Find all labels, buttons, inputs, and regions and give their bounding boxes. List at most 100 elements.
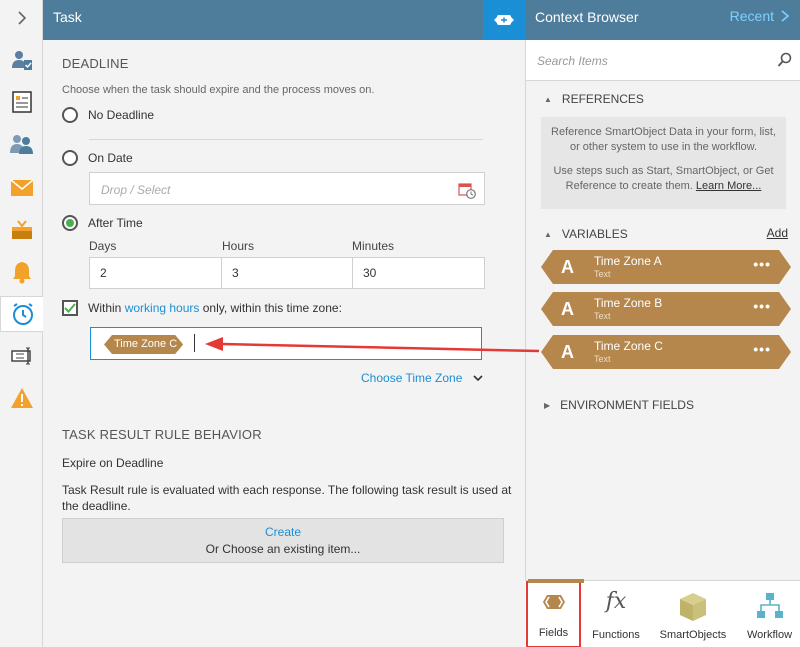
working-hours-suffix: only, within this time zone: — [199, 301, 342, 315]
time-zone-token-label: Time Zone C — [104, 335, 183, 354]
user-task-icon[interactable] — [0, 42, 43, 78]
more-options-icon[interactable]: ••• — [753, 341, 771, 357]
add-variable-link[interactable]: Add — [767, 226, 788, 240]
text-type-icon: A — [561, 299, 574, 319]
no-deadline-option[interactable]: No Deadline — [62, 107, 154, 123]
variable-name: Time Zone A — [594, 254, 662, 268]
warning-icon[interactable] — [0, 380, 43, 416]
tab-fields-label: Fields — [538, 627, 569, 639]
expand-triangle-icon: ▶ — [544, 400, 551, 410]
choose-time-zone-link[interactable]: Choose Time Zone — [361, 371, 484, 385]
time-zone-token[interactable]: Time Zone C — [104, 335, 183, 354]
inbox-icon[interactable] — [0, 212, 43, 248]
more-options-icon[interactable]: ••• — [753, 256, 771, 272]
days-label: Days — [89, 239, 117, 253]
chevron-right-icon[interactable] — [0, 0, 43, 36]
task-body: DEADLINE Choose when the task should exp… — [43, 40, 525, 647]
checkmark-icon — [64, 303, 76, 313]
search-input[interactable]: Search Items — [526, 40, 800, 81]
fx-icon: fx — [605, 589, 627, 614]
task-result-picker[interactable]: Create Or Choose an existing item... — [62, 518, 504, 563]
after-time-label: After Time — [88, 216, 143, 230]
tab-functions[interactable]: fx Functions — [585, 581, 647, 647]
calendar-clock-icon[interactable] — [458, 181, 476, 202]
environment-fields-group-toggle[interactable]: ▶ ENVIRONMENT FIELDS — [544, 398, 694, 412]
choose-existing-link[interactable]: Or Choose an existing item... — [63, 542, 503, 556]
variables-group-toggle[interactable]: ▲ VARIABLES — [544, 227, 628, 241]
hours-label: Hours — [222, 239, 255, 253]
choose-time-zone-label: Choose Time Zone — [361, 371, 463, 385]
variable-item[interactable]: A Time Zone C Text ••• — [541, 335, 791, 369]
hours-input[interactable]: 3 — [222, 258, 352, 288]
no-deadline-radio[interactable] — [62, 107, 78, 123]
working-hours-text: Within working hours only, within this t… — [88, 301, 342, 315]
context-browser-body: Search Items ▲ REFERENCES Reference Smar… — [525, 40, 800, 647]
search-placeholder: Search Items — [537, 54, 608, 68]
working-hours-checkbox[interactable] — [62, 300, 78, 316]
after-time-inputs: 2 3 30 — [89, 257, 485, 289]
recent-label: Recent — [729, 8, 774, 24]
left-rail — [0, 0, 44, 647]
variable-name: Time Zone B — [594, 296, 663, 310]
users-icon[interactable] — [0, 126, 43, 162]
chevron-down-icon — [473, 375, 483, 382]
references-info-text: Reference SmartObject Data in your form,… — [551, 126, 776, 153]
form-icon[interactable] — [0, 84, 43, 120]
expire-on-deadline-label: Expire on Deadline — [62, 456, 164, 470]
days-input[interactable]: 2 — [90, 258, 221, 288]
references-heading: REFERENCES — [561, 92, 644, 106]
learn-more-link[interactable]: Learn More... — [696, 180, 761, 192]
environment-fields-heading: ENVIRONMENT FIELDS — [560, 398, 694, 412]
task-title: Task — [53, 9, 82, 25]
after-time-option[interactable]: After Time — [62, 215, 143, 231]
expand-panel-button[interactable] — [483, 0, 525, 40]
collapse-triangle-icon: ▲ — [544, 94, 552, 104]
variables-heading: VARIABLES — [561, 227, 628, 241]
variable-type: Text — [594, 311, 611, 321]
variable-item[interactable]: A Time Zone A Text ••• — [541, 250, 791, 284]
text-cursor-icon[interactable] — [0, 338, 43, 374]
deadline-description: Choose when the task should expire and t… — [62, 84, 375, 96]
minutes-input[interactable]: 30 — [353, 258, 484, 288]
text-caret — [194, 334, 195, 352]
after-time-radio[interactable] — [62, 215, 78, 231]
deadline-heading: DEADLINE — [62, 56, 129, 71]
collapse-triangle-icon: ▲ — [544, 229, 552, 239]
cube-icon — [678, 591, 708, 626]
search-icon[interactable] — [777, 52, 793, 71]
recent-button[interactable]: Recent — [730, 8, 790, 24]
working-hours-link[interactable]: working hours — [125, 301, 200, 315]
tab-smartobjects[interactable]: SmartObjects — [653, 581, 733, 647]
date-placeholder: Drop / Select — [101, 183, 171, 197]
time-zone-input[interactable]: Time Zone C — [90, 327, 482, 360]
envelope-icon[interactable] — [0, 170, 43, 206]
more-options-icon[interactable]: ••• — [753, 298, 771, 314]
no-deadline-label: No Deadline — [88, 108, 155, 122]
expand-icon — [494, 15, 514, 25]
tab-workflow-label: Workflow — [746, 629, 793, 641]
references-group-toggle[interactable]: ▲ REFERENCES — [544, 92, 644, 106]
tab-smartobjects-label: SmartObjects — [659, 629, 727, 641]
text-type-icon: A — [561, 257, 574, 277]
divider — [89, 139, 483, 140]
minutes-label: Minutes — [352, 239, 395, 253]
tab-workflow[interactable]: Workflow — [739, 581, 800, 647]
date-input[interactable]: Drop / Select — [89, 172, 485, 205]
references-info: Reference SmartObject Data in your form,… — [541, 117, 786, 209]
variable-item[interactable]: A Time Zone B Text ••• — [541, 292, 791, 326]
context-browser-title: Context Browser — [535, 9, 639, 25]
bell-icon[interactable] — [0, 254, 43, 290]
tab-functions-label: Functions — [592, 629, 640, 641]
context-browser-tabs: Fields fx Functions SmartObjects Workflo… — [525, 579, 800, 647]
on-date-label: On Date — [88, 151, 133, 165]
tab-fields[interactable]: Fields — [526, 579, 584, 647]
on-date-radio[interactable] — [62, 150, 78, 166]
on-date-option[interactable]: On Date — [62, 150, 133, 166]
alarm-clock-icon[interactable] — [0, 296, 44, 332]
working-hours-prefix: Within — [88, 301, 125, 315]
working-hours-option[interactable]: Within working hours only, within this t… — [62, 300, 342, 316]
variable-type: Text — [594, 354, 611, 364]
create-link[interactable]: Create — [63, 525, 503, 539]
text-type-icon: A — [561, 342, 574, 362]
task-result-description: Task Result rule is evaluated with each … — [62, 483, 512, 513]
